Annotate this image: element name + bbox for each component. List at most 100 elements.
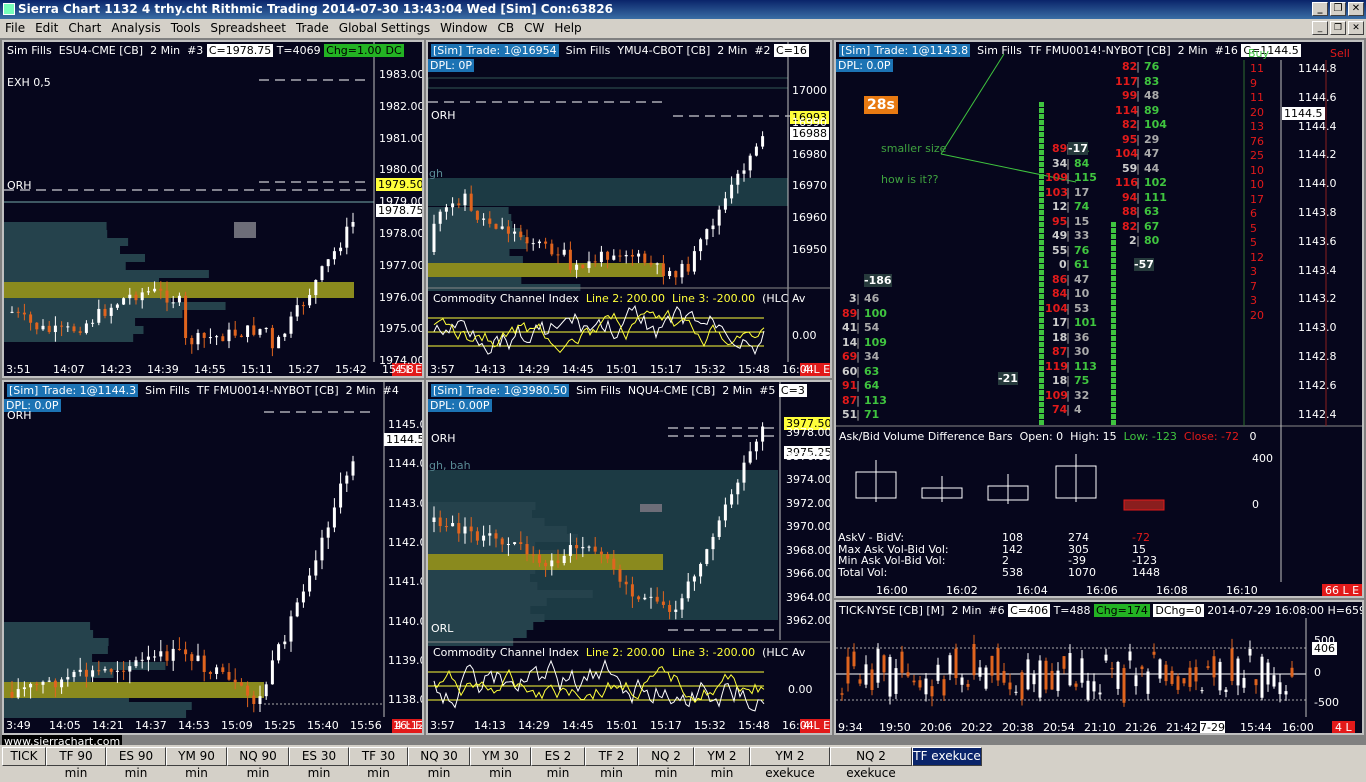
tab-tf-2[interactable]: TF 2 min [585, 747, 638, 780]
mdi-restore-button[interactable]: ❐ [1330, 21, 1346, 35]
tab-tf-exekuce[interactable]: TF exekuce [912, 747, 982, 766]
tf-time-3: 14:37 [135, 719, 167, 732]
tab-es-30[interactable]: ES 30 min [289, 747, 349, 780]
tf-price-2: 1143.0 [388, 496, 424, 510]
volume-poc-bar [428, 263, 663, 277]
menu-help[interactable]: Help [549, 19, 586, 38]
chart-tick[interactable]: TICK-NYSE [CB] [M] 2 Min #6 C=406 T=488 … [834, 600, 1364, 735]
nq-cci-line3: Line 3: -200.00 [672, 646, 756, 659]
tab-ym-2-exekuce[interactable]: YM 2 exekuce [750, 747, 830, 780]
volume-profile-bar [428, 526, 567, 534]
tf-time-8: 15:56 [350, 719, 382, 732]
close-button[interactable]: ✕ [1348, 2, 1364, 16]
candle-body [289, 616, 293, 642]
tick-body [1182, 678, 1186, 684]
volume-block [1039, 390, 1044, 395]
chart-tf-footprint[interactable]: [Sim] Trade: 1@1143.8 Sim Fills TF FMU001… [834, 40, 1364, 598]
footprint-sep-2-1: | [856, 306, 861, 320]
menu-chart[interactable]: Chart [63, 19, 106, 38]
chartbook-tabs: TICK TF 90 min ES 90 min YM 90 min NQ 90… [0, 745, 1366, 780]
tick-body [990, 655, 994, 676]
tick-body [948, 655, 952, 674]
tab-tf-30[interactable]: TF 30 min [349, 747, 408, 780]
tab-es-90[interactable]: ES 90 min [106, 747, 166, 780]
tick-body [924, 678, 928, 695]
menu-spreadsheet[interactable]: Spreadsheet [205, 19, 291, 38]
menu-cw[interactable]: CW [519, 19, 549, 38]
tab-tf-90[interactable]: TF 90 min [46, 747, 106, 780]
tab-tick[interactable]: TICK [2, 747, 46, 766]
chart-ym[interactable]: [Sim] Trade: 1@16954 Sim Fills YMU4-CBOT … [426, 40, 832, 378]
footprint-sep-1-1: | [1066, 156, 1071, 170]
dom-price-1: 1144.6 [1298, 90, 1337, 104]
candle-body [506, 226, 510, 234]
footprint-ask-1-17: 32 [1074, 388, 1090, 402]
tick-body [960, 677, 964, 685]
menu-cb[interactable]: CB [492, 19, 519, 38]
menu-file[interactable]: File [0, 19, 30, 38]
candle-body [295, 305, 299, 317]
chart-es[interactable]: Sim Fills ESU4-CME [CB] 2 Min #3 C=1978.… [2, 40, 424, 378]
volume-block [1039, 126, 1044, 131]
menu-window[interactable]: Window [435, 19, 492, 38]
menu-trade[interactable]: Trade [291, 19, 334, 38]
menu-tools[interactable]: Tools [166, 19, 206, 38]
mdi-minimize-button[interactable]: _ [1312, 21, 1328, 35]
chart-nq[interactable]: [Sim] Trade: 1@3980.50 Sim Fills NQU4-CME… [426, 380, 832, 735]
candle-body [60, 679, 64, 688]
minimize-button[interactable]: _ [1312, 2, 1328, 16]
footprint-ask-2-1: 100 [864, 306, 887, 320]
footprint-sep-0-5: | [1136, 132, 1141, 146]
tab-ym-2[interactable]: YM 2 min [694, 747, 750, 780]
candle-body [649, 596, 653, 598]
tab-nq-90[interactable]: NQ 90 min [227, 747, 289, 780]
candle-body [109, 669, 113, 672]
tab-ym-90[interactable]: YM 90 min [166, 747, 227, 780]
candle-body [575, 545, 579, 549]
tf-trade: Trade: 1@1144.3 [40, 384, 139, 397]
restore-button[interactable]: ❐ [1330, 2, 1346, 16]
volume-block [1111, 300, 1116, 305]
ym-price-graph [428, 42, 830, 362]
volume-block [1039, 186, 1044, 191]
candle-body [283, 333, 287, 337]
candle-body [556, 560, 560, 564]
tick-body [1260, 656, 1264, 698]
tab-nq-2-exekuce[interactable]: NQ 2 exekuce [830, 747, 912, 780]
candle-body [723, 198, 727, 210]
tick-body [1134, 675, 1138, 687]
candle-body [488, 533, 492, 536]
volume-block [1039, 234, 1044, 239]
nq-price-3: 3972.00 [786, 496, 832, 510]
es-price-4: 1979.00 [379, 195, 424, 209]
menu-bar: File Edit Chart Analysis Tools Spreadsheet Tra… [0, 19, 1366, 38]
candle-body [488, 218, 492, 224]
tab-ym-30[interactable]: YM 30 min [470, 747, 531, 780]
es-time-3: 14:39 [147, 363, 179, 376]
candle-body [637, 253, 641, 257]
volume-profile-bar [4, 622, 91, 630]
candle-body [233, 329, 237, 336]
candle-body [115, 304, 119, 308]
mdi-close-button[interactable]: ✕ [1348, 21, 1364, 35]
chart-tf[interactable]: [Sim] Trade: 1@1144.3 Sim Fills TF FMU001… [2, 380, 424, 735]
tick-body [1188, 667, 1192, 687]
footprint-ask-0-5: 29 [1144, 132, 1160, 146]
dom-price-0: 1144.8 [1298, 62, 1337, 75]
footprint-sep-1-16: | [1066, 374, 1071, 387]
candle-body [84, 669, 88, 677]
tab-nq-2[interactable]: NQ 2 min [638, 747, 694, 780]
ym-price-3: 16970 [792, 179, 827, 193]
menu-edit[interactable]: Edit [30, 19, 63, 38]
volume-block [1111, 228, 1116, 233]
tick-body [1164, 664, 1168, 682]
menu-global-settings[interactable]: Global Settings [334, 19, 435, 38]
nq-price-7: 3964.00 [786, 590, 832, 604]
footprint-sep-1-4: | [1066, 200, 1071, 213]
dom-price-2: 1144.4 [1298, 119, 1337, 133]
tab-nq-30[interactable]: NQ 30 min [408, 747, 470, 780]
tab-es-2[interactable]: ES 2 min [531, 747, 585, 780]
menu-analysis[interactable]: Analysis [106, 19, 165, 38]
nq-orl-label: ORL [431, 622, 454, 635]
volume-profile-bar [4, 230, 108, 238]
